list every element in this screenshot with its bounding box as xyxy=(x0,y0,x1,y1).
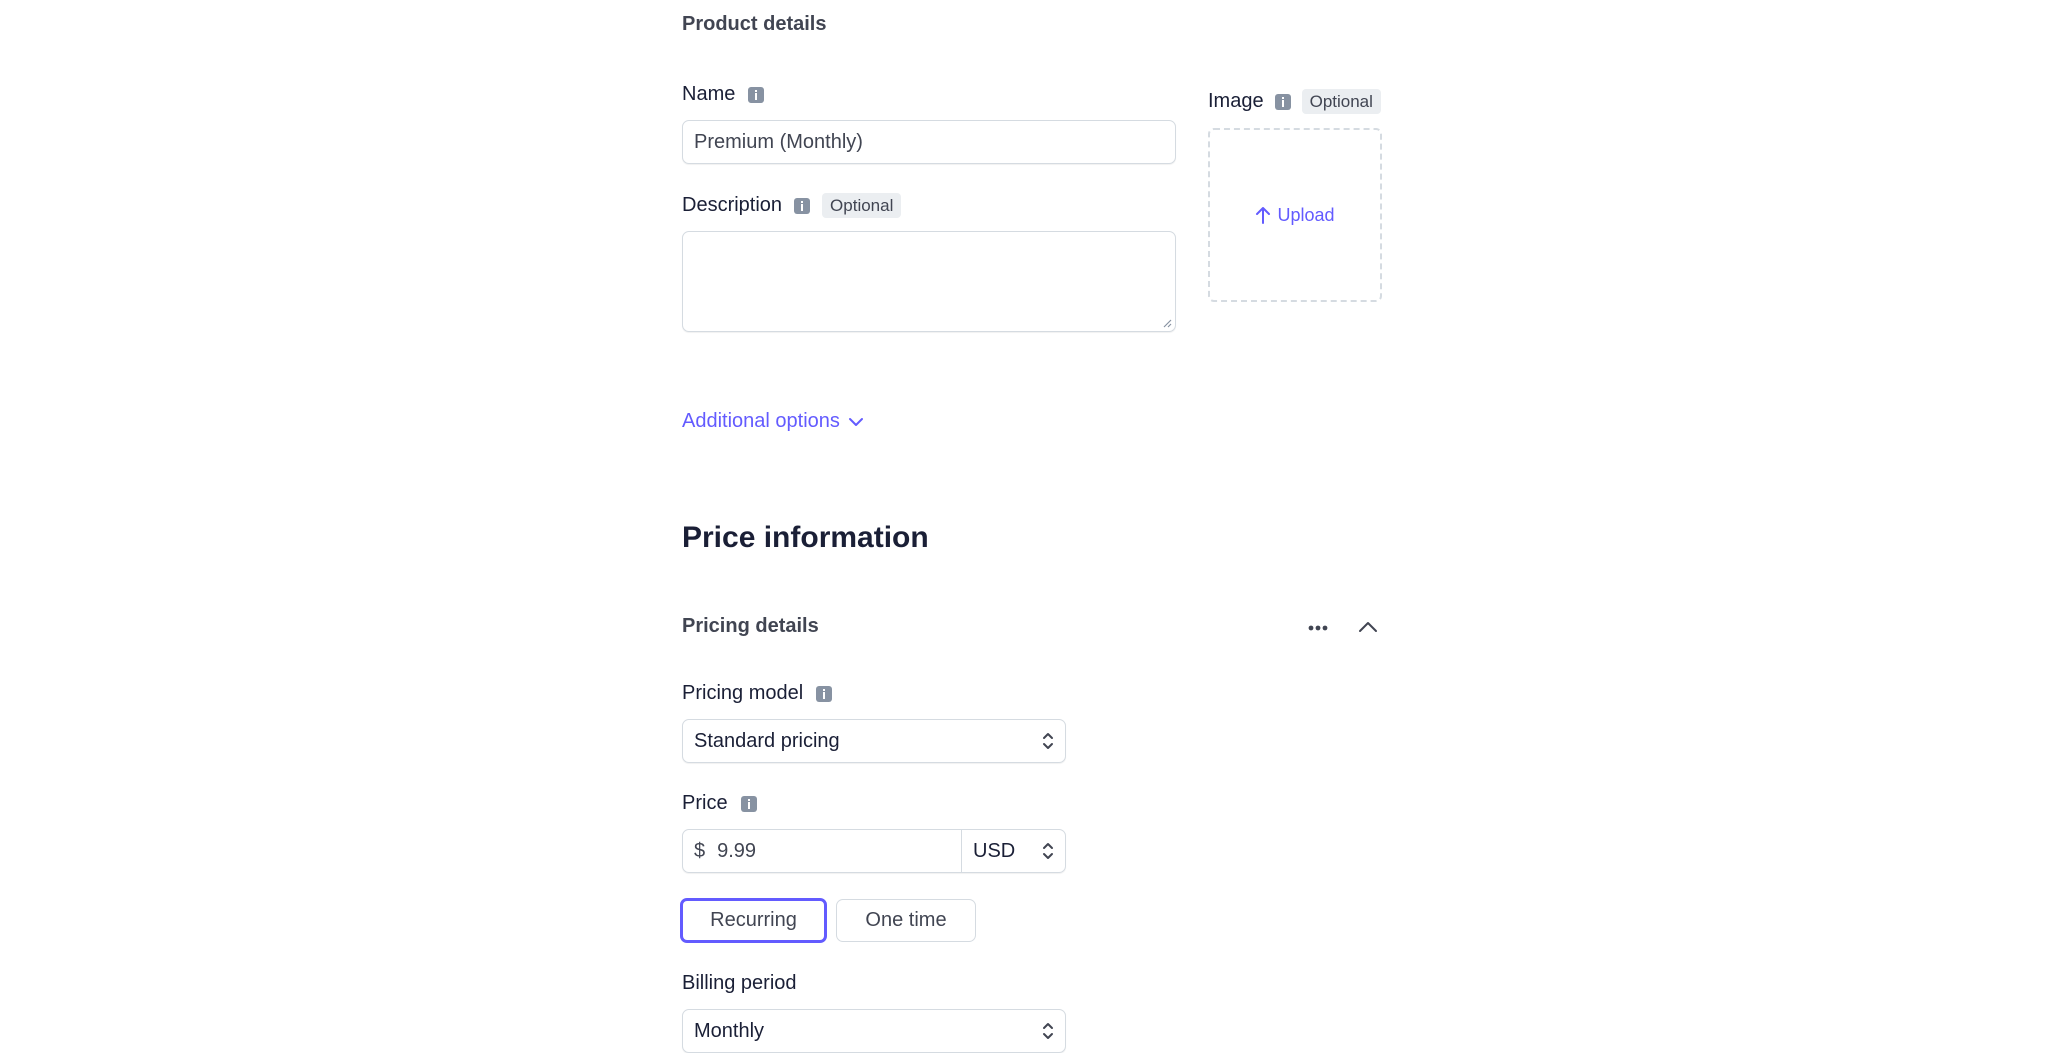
currency-symbol: $ xyxy=(694,839,706,862)
name-input[interactable]: Premium (Monthly) xyxy=(682,120,1176,164)
recurring-option-button[interactable]: Recurring xyxy=(680,898,827,943)
pricing-details-heading: Pricing details xyxy=(682,615,819,637)
price-label-row: Price xyxy=(682,792,757,815)
chevron-up-icon[interactable] xyxy=(1357,617,1379,637)
pricing-model-label: Pricing model xyxy=(682,682,804,704)
info-icon[interactable] xyxy=(1274,93,1291,110)
resize-grip-icon[interactable] xyxy=(1162,318,1172,328)
info-icon[interactable] xyxy=(740,795,757,812)
currency-select[interactable]: USD xyxy=(961,830,1065,872)
name-label: Name xyxy=(682,83,736,105)
price-value: 9.99 xyxy=(717,839,757,862)
description-label: Description xyxy=(682,194,783,216)
image-label-row: Image Optional xyxy=(1208,89,1381,114)
info-icon[interactable] xyxy=(794,197,811,214)
price-label: Price xyxy=(682,792,728,814)
price-information-heading: Price information xyxy=(682,521,929,554)
image-label: Image xyxy=(1208,90,1264,112)
pricing-model-select[interactable]: Standard pricing xyxy=(682,719,1066,763)
billing-period-select[interactable]: Monthly xyxy=(682,1009,1066,1053)
more-icon[interactable] xyxy=(1305,618,1331,638)
billing-period-label: Billing period xyxy=(682,972,797,994)
currency-value: USD xyxy=(973,839,1016,862)
image-upload-dropzone[interactable]: Upload xyxy=(1208,128,1382,302)
select-arrows-icon xyxy=(1043,733,1053,749)
select-arrows-icon xyxy=(1043,843,1053,859)
description-label-row: Description Optional xyxy=(682,193,902,218)
info-icon[interactable] xyxy=(816,685,833,702)
pricing-model-value: Standard pricing xyxy=(694,730,840,752)
product-details-heading: Product details xyxy=(682,13,827,35)
upload-arrow-icon xyxy=(1256,207,1271,224)
chevron-down-icon xyxy=(848,417,863,426)
description-textarea[interactable] xyxy=(682,231,1176,332)
additional-options-label: Additional options xyxy=(682,410,840,432)
price-input[interactable]: $ 9.99 xyxy=(683,830,961,872)
name-label-row: Name xyxy=(682,83,765,106)
billing-period-value: Monthly xyxy=(694,1020,765,1042)
optional-badge: Optional xyxy=(822,193,902,218)
upload-label: Upload xyxy=(1277,204,1335,225)
select-arrows-icon xyxy=(1043,1023,1053,1039)
optional-badge: Optional xyxy=(1301,89,1381,114)
one-time-option-button[interactable]: One time xyxy=(836,899,976,942)
pricing-model-label-row: Pricing model xyxy=(682,682,833,705)
additional-options-link[interactable]: Additional options xyxy=(682,410,864,433)
info-icon[interactable] xyxy=(748,86,765,103)
price-input-group: $ 9.99 USD xyxy=(682,829,1066,873)
